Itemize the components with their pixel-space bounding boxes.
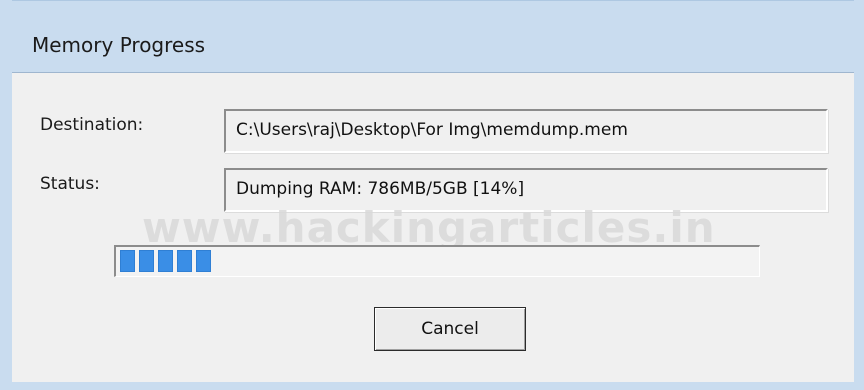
progress-block [120,250,135,272]
progress-fill [120,250,755,273]
memory-progress-window: Memory Progress Destination: C:\Users\ra… [0,0,864,390]
progress-block [177,250,192,272]
progress-block [139,250,154,272]
title-bar[interactable]: Memory Progress [12,0,854,72]
dialog-client-area: Destination: C:\Users\raj\Desktop\For Im… [12,72,854,382]
progress-block [158,250,173,272]
cancel-button[interactable]: Cancel [374,307,526,351]
window-title: Memory Progress [32,33,206,57]
destination-label: Destination: [40,115,144,135]
status-label: Status: [40,174,100,194]
progress-bar [114,245,760,277]
progress-block [196,250,211,272]
destination-field[interactable]: C:\Users\raj\Desktop\For Img\memdump.mem [224,109,828,153]
